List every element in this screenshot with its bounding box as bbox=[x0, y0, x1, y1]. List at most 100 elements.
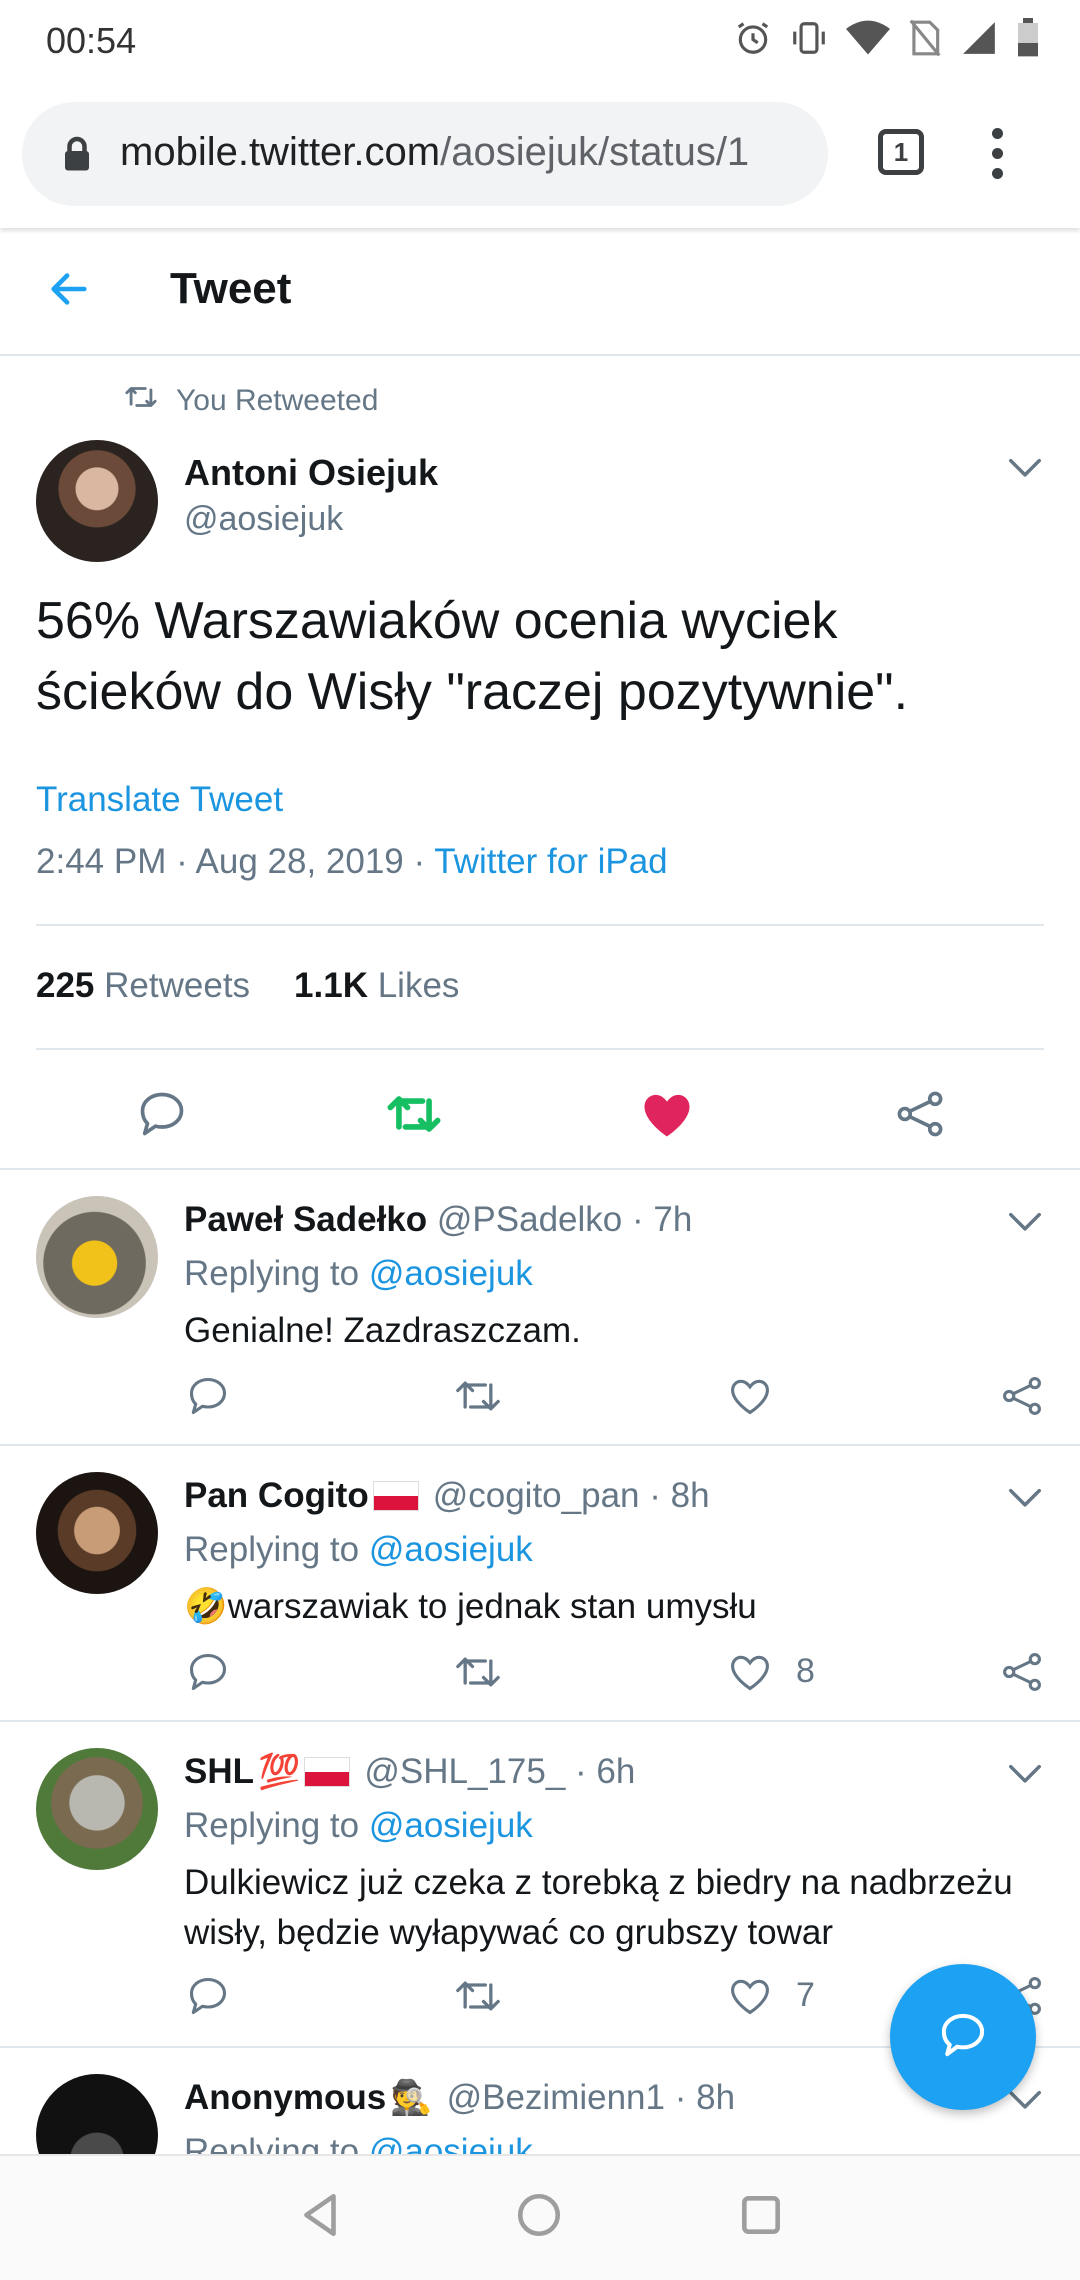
reply-tweet[interactable]: Paweł Sadełko @PSadelko · 7h Replying to… bbox=[0, 1170, 1080, 1444]
replying-to: Replying to @aosiejuk bbox=[184, 2132, 533, 2154]
translate-tweet-link[interactable]: Translate Tweet bbox=[36, 780, 283, 820]
share-icon[interactable] bbox=[894, 1088, 946, 1145]
reply-icon[interactable] bbox=[186, 1974, 230, 2023]
replying-to-link[interactable]: @aosiejuk bbox=[369, 2132, 533, 2154]
retweets-stat[interactable]: 225 Retweets bbox=[36, 966, 250, 1005]
retweet-icon[interactable] bbox=[454, 1650, 502, 1699]
replying-to: Replying to @aosiejuk bbox=[184, 1254, 533, 1294]
reply-author-handle[interactable]: @PSadelko bbox=[437, 1200, 622, 1240]
retweet-icon[interactable] bbox=[386, 1088, 442, 1145]
share-icon[interactable] bbox=[1000, 1650, 1044, 1699]
retweet-icon[interactable] bbox=[454, 1374, 502, 1423]
tweet-stats: 225 Retweets 1.1K Likes bbox=[36, 966, 459, 1006]
replying-prefix: Replying to bbox=[184, 2132, 360, 2154]
address-bar[interactable]: mobile.twitter.com/aosiejuk/status/1 bbox=[22, 102, 828, 206]
vibrate-icon bbox=[790, 19, 828, 62]
nav-recents-icon[interactable] bbox=[736, 2190, 786, 2245]
chevron-down-icon[interactable] bbox=[1006, 1758, 1044, 1793]
replying-prefix: Replying to bbox=[184, 1254, 360, 1293]
replying-to: Replying to @aosiejuk bbox=[184, 1806, 533, 1846]
reply-author-name[interactable]: SHL bbox=[184, 1752, 254, 1792]
replying-to-link[interactable]: @aosiejuk bbox=[369, 1806, 533, 1845]
reply-author-handle[interactable]: @cogito_pan bbox=[433, 1476, 640, 1516]
author-name[interactable]: Antoni Osiejuk bbox=[184, 452, 438, 494]
reply-text: Dulkiewicz już czeka z torebką z biedry … bbox=[184, 1863, 1013, 1952]
like-count: 8 bbox=[796, 1652, 815, 1690]
tweet-meta: 2:44 PM · Aug 28, 2019 · Twitter for iPa… bbox=[36, 842, 668, 882]
tweet-actions bbox=[0, 1078, 1080, 1168]
lock-icon bbox=[62, 136, 92, 177]
nav-home-icon[interactable] bbox=[514, 2190, 564, 2245]
no-sim-icon bbox=[908, 19, 942, 62]
replying-prefix: Replying to bbox=[184, 1806, 360, 1845]
page-title: Tweet bbox=[170, 264, 292, 313]
replying-to-link[interactable]: @aosiejuk bbox=[369, 1530, 533, 1569]
system-nav-bar bbox=[0, 2154, 1080, 2280]
heart-icon[interactable] bbox=[728, 1974, 772, 2023]
back-arrow-icon[interactable] bbox=[46, 266, 92, 317]
avatar[interactable] bbox=[36, 1748, 158, 1870]
retweet-icon bbox=[124, 382, 158, 420]
tweet-timestamp: 2:44 PM · Aug 28, 2019 · bbox=[36, 842, 435, 881]
browser-menu-icon[interactable] bbox=[992, 128, 1004, 188]
reply-age: · 8h bbox=[649, 1476, 710, 1515]
replying-prefix: Replying to bbox=[184, 1530, 360, 1569]
replying-to-link[interactable]: @aosiejuk bbox=[369, 1254, 533, 1293]
url-text: mobile.twitter.com/aosiejuk/status/1 bbox=[120, 130, 810, 175]
reply-icon[interactable] bbox=[186, 1650, 230, 1699]
divider bbox=[36, 924, 1044, 926]
avatar[interactable] bbox=[36, 440, 158, 562]
reply-tweet[interactable]: Pan Cogito @cogito_pan · 8h Replying to @… bbox=[0, 1446, 1080, 1720]
heart-icon[interactable] bbox=[640, 1088, 694, 1145]
avatar[interactable] bbox=[36, 1472, 158, 1594]
chevron-down-icon[interactable] bbox=[1006, 1206, 1044, 1241]
detective-emoji: 🕵 bbox=[390, 2079, 433, 2117]
divider bbox=[36, 1048, 1044, 1050]
tab-switcher-button[interactable]: 1 bbox=[878, 129, 924, 175]
reply-header: SHL 💯 @SHL_175_ · 6h bbox=[184, 1752, 635, 1792]
reply-text: Genialne! Zazdraszczam. bbox=[184, 1311, 581, 1350]
chevron-down-icon[interactable] bbox=[1006, 452, 1044, 487]
tweet-source-link[interactable]: Twitter for iPad bbox=[434, 842, 667, 881]
wifi-icon bbox=[846, 19, 890, 62]
retweets-label: Retweets bbox=[104, 966, 251, 1005]
avatar[interactable] bbox=[36, 1196, 158, 1318]
status-bar: 00:54 bbox=[0, 0, 1080, 80]
reply-author-name[interactable]: Anonymous bbox=[184, 2078, 386, 2118]
url-path: /aosiejuk/status/1 bbox=[440, 130, 750, 174]
reply-text-content: warszawiak to jednak stan umysłu bbox=[227, 1587, 757, 1626]
replying-to: Replying to @aosiejuk bbox=[184, 1530, 533, 1570]
reply-age: · 8h bbox=[674, 2078, 736, 2117]
heart-icon[interactable] bbox=[728, 1650, 772, 1699]
reply-icon[interactable] bbox=[136, 1088, 188, 1145]
reply-author-name[interactable]: Pan Cogito bbox=[184, 1476, 369, 1516]
poland-flag-icon bbox=[372, 1481, 419, 1511]
like-count: 7 bbox=[796, 1976, 815, 2014]
likes-label: Likes bbox=[377, 966, 460, 1005]
share-icon[interactable] bbox=[1000, 1374, 1044, 1423]
reply-header: Paweł Sadełko @PSadelko · 7h bbox=[184, 1200, 692, 1240]
reply-header: Pan Cogito @cogito_pan · 8h bbox=[184, 1476, 710, 1516]
likes-stat[interactable]: 1.1K Likes bbox=[294, 966, 459, 1005]
reply-text: 🤣warszawiak to jednak stan umysłu bbox=[184, 1582, 1054, 1632]
reply-author-handle[interactable]: @Bezimienn1 bbox=[447, 2078, 665, 2118]
reply-author-handle[interactable]: @SHL_175_ bbox=[364, 1752, 565, 1792]
likes-count: 1.1K bbox=[294, 966, 368, 1005]
retweet-icon[interactable] bbox=[454, 1974, 502, 2023]
avatar[interactable] bbox=[36, 2074, 158, 2154]
hundred-emoji: 💯 bbox=[258, 1753, 301, 1791]
status-icons bbox=[734, 18, 1040, 63]
reply-icon[interactable] bbox=[186, 1374, 230, 1423]
heart-icon[interactable] bbox=[728, 1374, 772, 1423]
tweet-text: 56% Warszawiaków ocenia wyciek ścieków d… bbox=[36, 592, 909, 721]
page-header: Tweet bbox=[0, 228, 1080, 356]
compose-reply-button[interactable] bbox=[890, 1964, 1036, 2110]
chevron-down-icon[interactable] bbox=[1006, 1482, 1044, 1517]
url-host: mobile.twitter.com bbox=[120, 130, 441, 174]
browser-toolbar: mobile.twitter.com/aosiejuk/status/1 1 bbox=[0, 80, 1080, 228]
author-handle[interactable]: @aosiejuk bbox=[184, 500, 343, 539]
rofl-emoji: 🤣 bbox=[184, 1587, 228, 1626]
retweets-count: 225 bbox=[36, 966, 95, 1005]
nav-back-icon[interactable] bbox=[296, 2190, 346, 2245]
reply-author-name[interactable]: Paweł Sadełko bbox=[184, 1200, 427, 1240]
